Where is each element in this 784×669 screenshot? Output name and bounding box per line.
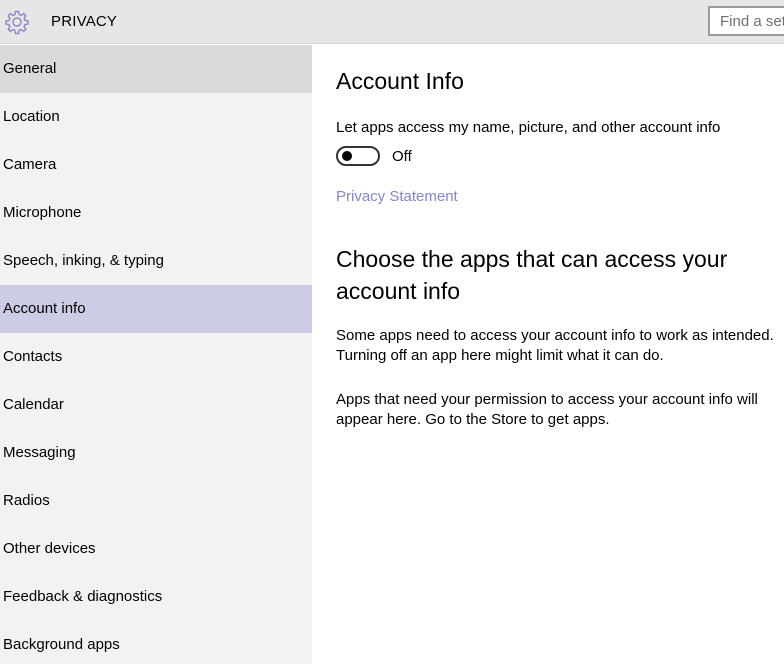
sidebar-item-calendar[interactable]: Calendar [0,381,312,429]
sidebar-item-background-apps[interactable]: Background apps [0,621,312,669]
toggle-knob [342,151,352,161]
sidebar-item-location[interactable]: Location [0,93,312,141]
toggle-state-text: Off [392,148,412,165]
description-text: Some apps need to access your account in… [336,327,774,364]
sidebar-item-microphone[interactable]: Microphone [0,189,312,237]
sidebar-item-account-info[interactable]: Account info [0,285,312,333]
sidebar-item-other-devices[interactable]: Other devices [0,525,312,573]
gear-icon[interactable] [4,9,30,35]
title-bar: PRIVACY [0,0,784,44]
empty-apps-message: Apps that need your permission to access… [336,391,758,428]
account-info-toggle[interactable] [336,146,380,166]
toggle-label: Let apps access my name, picture, and ot… [336,119,721,136]
sidebar-item-messaging[interactable]: Messaging [0,429,312,477]
sidebar-item-feedback-diagnostics[interactable]: Feedback & diagnostics [0,573,312,621]
sidebar: General Location Camera Microphone Speec… [0,45,312,664]
sidebar-item-speech-inking-typing[interactable]: Speech, inking, & typing [0,237,312,285]
apps-section-title: Choose the apps that can access your acc… [336,246,728,304]
sidebar-item-general[interactable]: General [0,45,312,93]
search-input[interactable] [708,6,784,36]
page-title: PRIVACY [51,13,118,30]
sidebar-item-radios[interactable]: Radios [0,477,312,525]
sidebar-item-contacts[interactable]: Contacts [0,333,312,381]
privacy-statement-link[interactable]: Privacy Statement [336,188,458,205]
sidebar-item-camera[interactable]: Camera [0,141,312,189]
section-title: Account Info [336,68,464,94]
